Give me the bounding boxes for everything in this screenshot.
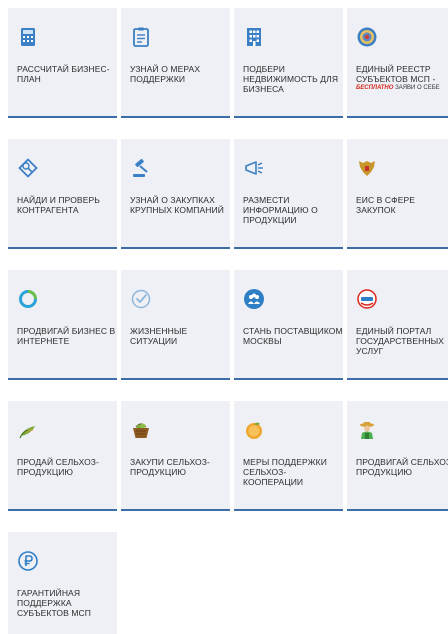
tile-real-estate[interactable]: ПОДБЕРИ НЕДВИЖИМОСТЬ ДЛЯ БИЗНЕСА	[234, 8, 343, 118]
tile-find-counterparty[interactable]: НАЙДИ И ПРОВЕРЬ КОНТРАГЕНТА	[8, 139, 117, 249]
tile-label: УЗНАЙ О МЕРАХ ПОДДЕРЖКИ	[130, 64, 201, 84]
tile-label: ПРОДАЙ СЕЛЬХОЗ-ПРОДУКЦИЮ	[17, 457, 99, 477]
farmer-icon	[360, 422, 374, 439]
tax-service-emblem-icon	[357, 27, 377, 47]
tile-label: ЕДИНЫЙ РЕЕСТР СУБЪЕКТОВ МСП -	[356, 64, 436, 84]
tile-label: ЗАКУПИ СЕЛЬХОЗ-ПРОДУКЦИЮ	[130, 457, 210, 477]
tile-label: СТАНЬ ПОСТАВЩИКОМ МОСКВЫ	[243, 326, 343, 346]
tile-sme-registry[interactable]: ЕДИНЫЙ РЕЕСТР СУБЪЕКТОВ МСП - БЕСПЛАТНО …	[347, 8, 448, 118]
people-circle-icon	[244, 289, 264, 309]
tile-support-measures[interactable]: УЗНАЙ О МЕРАХ ПОДДЕРЖКИ	[121, 8, 230, 118]
tile-label: ЕИС В СФЕРЕ ЗАКУПОК	[356, 195, 416, 215]
tile-label: ПРОДВИГАЙ БИЗНЕС В ИНТЕРНЕТЕ	[17, 326, 116, 346]
checkmark-circle-icon	[131, 289, 151, 309]
tile-eis-procurement[interactable]: ЕИС В СФЕРЕ ЗАКУПОК	[347, 139, 448, 249]
diamond-search-icon	[18, 158, 38, 178]
tile-promote-agro-products[interactable]: ПРОДВИГАЙ СЕЛЬХОЗ-ПРОДУКЦИЮ	[347, 401, 448, 511]
ruble-circle-icon	[18, 551, 38, 571]
building-icon	[247, 28, 261, 46]
tile-sell-agro-products[interactable]: ПРОДАЙ СЕЛЬХОЗ-ПРОДУКЦИЮ	[8, 401, 117, 511]
tile-sme-guarantee-support[interactable]: ГАРАНТИЙНАЯ ПОДДЕРЖКА СУБЪЕКТОВ МСП	[8, 532, 117, 634]
gosuslugi-logo-icon	[357, 289, 377, 309]
free-badge: БЕСПЛАТНО	[356, 85, 394, 91]
calculator-icon	[21, 28, 35, 46]
tile-label: ЖИЗНЕННЫЕ СИТУАЦИИ	[130, 326, 188, 346]
register-yourself-text: ЗАЯВИ О СЕБЕ	[395, 85, 440, 91]
megaphone-icon	[245, 161, 263, 175]
tile-promote-online[interactable]: ПРОДВИГАЙ БИЗНЕС В ИНТЕРНЕТЕ	[8, 270, 117, 380]
tile-life-situations[interactable]: ЖИЗНЕННЫЕ СИТУАЦИИ	[121, 270, 230, 380]
clipboard-icon	[133, 27, 149, 47]
tile-label: НАЙДИ И ПРОВЕРЬ КОНТРАГЕНТА	[17, 195, 100, 215]
coat-of-arms-icon	[359, 161, 375, 176]
tile-label: ПОДБЕРИ НЕДВИЖИМОСТЬ ДЛЯ БИЗНЕСА	[243, 64, 339, 94]
tile-moscow-supplier[interactable]: СТАНЬ ПОСТАВЩИКОМ МОСКВЫ	[234, 270, 343, 380]
tile-big-company-procurement[interactable]: УЗНАЙ О ЗАКУПКАХ КРУПНЫХ КОМПАНИЙ	[121, 139, 230, 249]
tile-gosuslugi-portal[interactable]: ЕДИНЫЙ ПОРТАЛ ГОСУДАРСТВЕННЫХ УСЛУГ	[347, 270, 448, 380]
tile-agro-cooperation-support[interactable]: МЕРЫ ПОДДЕРЖКИ СЕЛЬХОЗ-КООПЕРАЦИИ	[234, 401, 343, 511]
tile-label: ГАРАНТИЙНАЯ ПОДДЕРЖКА СУБЪЕКТОВ МСП	[17, 588, 91, 618]
tile-label: ПРОДВИГАЙ СЕЛЬХОЗ-ПРОДУКЦИЮ	[356, 457, 448, 477]
registry-note: БЕСПЛАТНО ЗАЯВИ О СЕБЕ	[356, 84, 448, 92]
tile-label: РАССЧИТАЙ БИЗНЕС-ПЛАН	[17, 64, 110, 84]
sprout-icon	[19, 426, 35, 439]
tile-label: ЕДИНЫЙ ПОРТАЛ ГОСУДАРСТВЕННЫХ УСЛУГ	[356, 326, 444, 356]
tile-label: РАЗМЕСТИ ИНФОРМАЦИЮ О ПРОДУКЦИИ	[243, 195, 318, 225]
gavel-icon	[133, 158, 148, 177]
coin-leaf-icon	[246, 422, 262, 439]
tile-place-product-info[interactable]: РАЗМЕСТИ ИНФОРМАЦИЮ О ПРОДУКЦИИ	[234, 139, 343, 249]
basket-icon	[133, 423, 149, 438]
ring-logo-icon	[19, 290, 37, 308]
tile-label: УЗНАЙ О ЗАКУПКАХ КРУПНЫХ КОМПАНИЙ	[130, 195, 224, 215]
services-grid: РАССЧИТАЙ БИЗНЕС-ПЛАН УЗНАЙ О МЕРАХ ПОДД…	[0, 0, 448, 634]
tile-buy-agro-products[interactable]: ЗАКУПИ СЕЛЬХОЗ-ПРОДУКЦИЮ	[121, 401, 230, 511]
tile-label: МЕРЫ ПОДДЕРЖКИ СЕЛЬХОЗ-КООПЕРАЦИИ	[243, 457, 327, 487]
tile-business-plan[interactable]: РАССЧИТАЙ БИЗНЕС-ПЛАН	[8, 8, 117, 118]
